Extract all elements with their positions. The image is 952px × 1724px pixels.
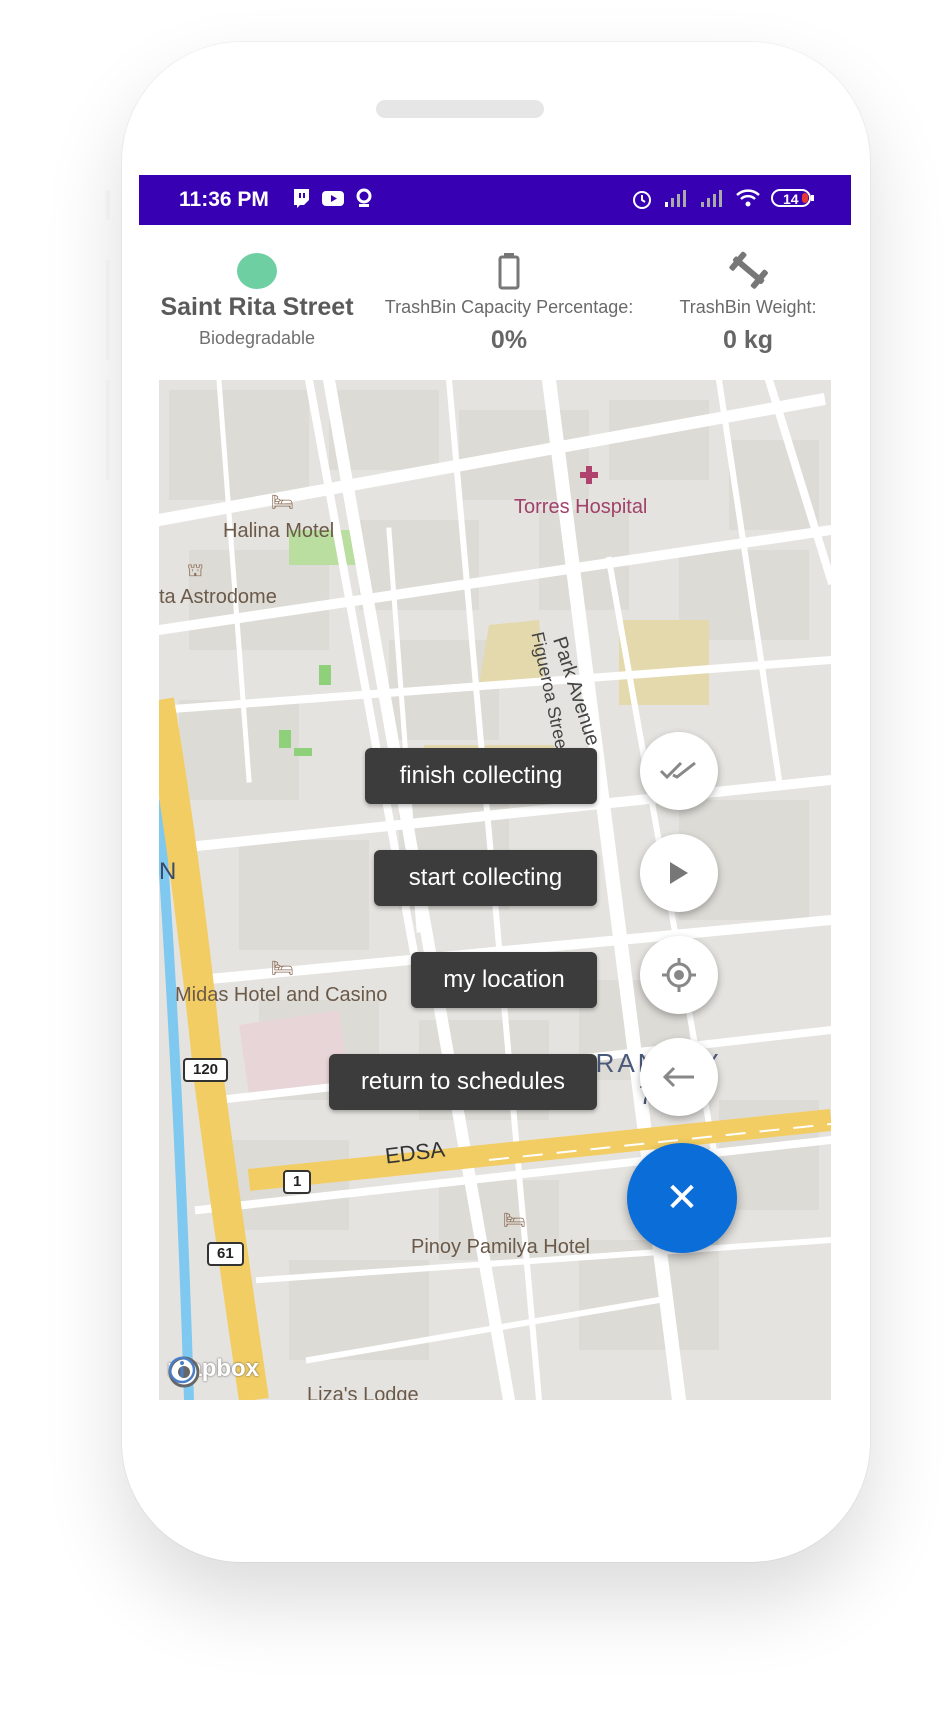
map-label-midas-hotel: Midas Hotel and Casino	[175, 984, 388, 1006]
map-label-halina-motel: Halina Motel	[223, 520, 335, 542]
crosshair-icon	[662, 958, 696, 992]
phone-speaker	[376, 100, 544, 118]
signal-icon	[663, 188, 689, 210]
double-check-icon	[659, 761, 696, 780]
info-icon[interactable]	[167, 1355, 197, 1385]
play-icon	[670, 862, 688, 884]
weight-label: TrashBin Weight:	[679, 297, 817, 317]
close-icon: ✕	[665, 1176, 699, 1220]
status-bar: 11:36 PM 14	[139, 175, 851, 225]
map-label-n: N	[159, 858, 177, 885]
weight-value: 0 kg	[722, 326, 774, 354]
location-icon	[355, 188, 373, 210]
side-button	[106, 260, 110, 360]
mapbox-attribution[interactable]: mapbox	[167, 1355, 259, 1388]
status-time: 11:36 PM	[179, 188, 269, 211]
battery-icon: 14	[771, 188, 815, 210]
capacity-label: TrashBin Capacity Percentage:	[384, 297, 634, 317]
route-shield-120: 120	[183, 1058, 229, 1082]
youtube-icon	[321, 188, 345, 210]
wifi-icon	[735, 188, 761, 210]
battery-level: 14	[783, 191, 799, 207]
finish-collecting-label[interactable]: finish collecting	[365, 748, 597, 804]
stadium-icon: ⛫	[187, 560, 204, 580]
battery-capacity-icon	[498, 253, 520, 290]
side-button	[106, 190, 110, 220]
start-collecting-label[interactable]: start collecting	[374, 850, 597, 906]
bin-type: Biodegradable	[198, 328, 316, 348]
app-screen: 11:36 PM 14 Saint Rita Street Biodegrada…	[139, 175, 851, 1400]
bin-info-row: Saint Rita Street Biodegradable TrashBin…	[139, 225, 851, 375]
arrow-left-icon	[662, 1066, 694, 1088]
hotel-icon: 🛏	[271, 958, 294, 978]
signal-icon	[699, 188, 725, 210]
side-button	[106, 380, 110, 480]
weight-icon	[729, 251, 768, 289]
route-shield-1: 1	[283, 1170, 312, 1194]
hotel-icon: 🛏	[271, 492, 294, 512]
capacity-info: TrashBin Capacity Percentage: 0%	[379, 225, 639, 355]
alarm-icon	[631, 188, 653, 210]
street-info: Saint Rita Street Biodegradable	[147, 225, 367, 349]
return-to-schedules-button[interactable]	[640, 1038, 718, 1116]
my-location-button[interactable]	[640, 936, 718, 1014]
return-to-schedules-label[interactable]: return to schedules	[329, 1054, 597, 1110]
my-location-label[interactable]: my location	[411, 952, 597, 1008]
finish-collecting-button[interactable]	[640, 732, 718, 810]
hotel-icon: 🛏	[503, 1210, 526, 1230]
start-collecting-button[interactable]	[640, 834, 718, 912]
twitch-icon	[291, 188, 311, 210]
capacity-value: 0%	[490, 326, 528, 354]
weight-info: TrashBin Weight: 0 kg	[653, 225, 843, 355]
route-shield-61: 61	[207, 1242, 244, 1266]
bin-status-dot	[237, 253, 277, 289]
map-label-astrodome: ta Astrodome	[159, 586, 277, 608]
map-label-torres-hospital: Torres Hospital	[514, 496, 648, 518]
map-label-pinoy-pamilya: Pinoy Pamilya Hotel	[411, 1236, 590, 1258]
map-label-lizas-lodge: Liza's Lodge	[307, 1384, 419, 1400]
street-name: Saint Rita Street	[160, 293, 354, 321]
close-menu-button[interactable]: ✕	[627, 1143, 737, 1253]
